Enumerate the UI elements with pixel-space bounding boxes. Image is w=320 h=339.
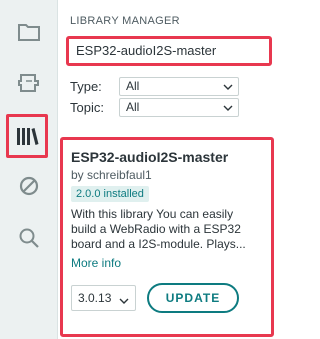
- panel-title: LIBRARY MANAGER: [70, 15, 180, 27]
- search-icon: [18, 227, 40, 249]
- debug-icon: [18, 175, 40, 197]
- board-manager-icon: [17, 71, 41, 93]
- activity-sidebar: [0, 0, 58, 339]
- installed-badge: 2.0.0 installed: [71, 186, 149, 202]
- library-description: With this library You can easily build a…: [71, 207, 267, 252]
- update-button[interactable]: UPDATE: [147, 283, 239, 313]
- library-manager-window: LIBRARY MANAGER ESP32-audioI2S-master Ty…: [0, 0, 282, 339]
- chevron-down-icon: [223, 102, 233, 116]
- version-select[interactable]: 3.0.13: [71, 285, 136, 311]
- description-line: build a WebRadio with a ESP32: [71, 222, 241, 236]
- library-name: ESP32-audioI2S-master: [71, 149, 229, 165]
- topic-filter-value: All: [126, 100, 140, 114]
- boards-manager-button[interactable]: [0, 60, 58, 104]
- topic-filter-label: Topic:: [70, 100, 104, 115]
- library-author: by schreibfaul1: [71, 168, 152, 182]
- version-value: 3.0.13: [78, 291, 112, 305]
- library-manager-button[interactable]: [6, 114, 48, 158]
- search-button[interactable]: [0, 216, 58, 260]
- chevron-down-icon: [119, 295, 129, 309]
- type-filter-value: All: [126, 79, 140, 93]
- chevron-down-icon: [223, 81, 233, 95]
- description-line: With this library You can easily: [71, 207, 234, 221]
- description-line: board and a I2S-module. Plays...: [71, 237, 246, 251]
- type-filter-select[interactable]: All: [119, 77, 239, 96]
- debug-button[interactable]: [0, 164, 58, 208]
- more-info-link[interactable]: More info: [71, 256, 121, 270]
- folder-icon: [17, 22, 41, 42]
- type-filter-label: Type:: [70, 79, 102, 94]
- library-search-input[interactable]: ESP32-audioI2S-master: [66, 36, 272, 66]
- library-icon: [15, 125, 39, 147]
- library-panel: LIBRARY MANAGER ESP32-audioI2S-master Ty…: [58, 0, 282, 339]
- sketchbook-button[interactable]: [0, 10, 58, 54]
- topic-filter-select[interactable]: All: [119, 98, 239, 117]
- library-card: ESP32-audioI2S-master by schreibfaul1 2.…: [60, 137, 274, 337]
